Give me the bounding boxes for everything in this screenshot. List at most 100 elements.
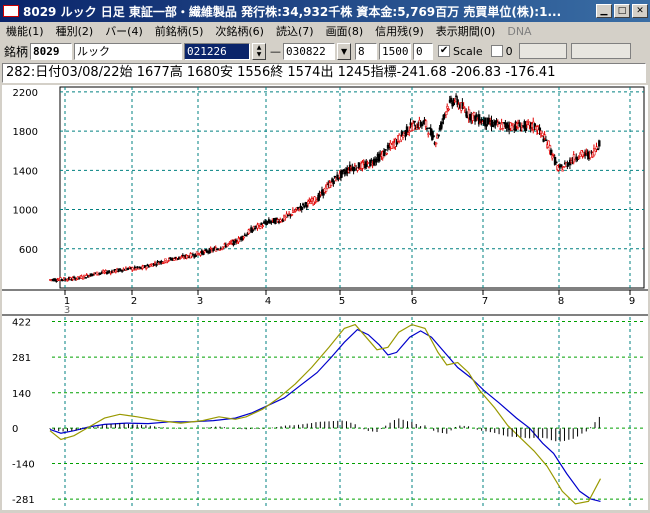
menu-dna: DNA [507,24,532,38]
scroll-right[interactable] [570,43,631,59]
start-date-input[interactable]: 021226 [184,42,251,60]
end-date-input[interactable]: 030822 [283,42,336,60]
close-button[interactable]: ✕ [632,4,648,18]
candle-body [81,277,85,280]
minimize-button[interactable]: ▁ [596,4,612,18]
candle-body [259,226,262,229]
period-input[interactable]: 8 [355,42,378,60]
scale-checkbox[interactable]: ✔ [438,45,451,57]
toolbar: 銘柄 8029 ルック 021226 ▲ ▼ — 030822 ▼ 8 1500 … [0,40,650,62]
candle-body [293,211,296,213]
candle-body [447,108,450,111]
maximize-button[interactable]: □ [614,4,630,18]
menu-display-period[interactable]: 表示期間(0) [430,23,502,39]
count-input[interactable]: 1500 [379,42,412,60]
x-tick-label-9: 9 [629,296,635,307]
candle-body [541,132,544,136]
candle-body [413,120,416,123]
x-tick-label-4: 4 [265,296,271,307]
candle-body [302,203,305,206]
candle-body [84,277,87,279]
macd-y-label-4: -140 [12,460,35,471]
menu-load[interactable]: 読込(7) [270,23,320,39]
menu-bar-style[interactable]: バー(4) [99,23,149,39]
macd-y-label-1: 281 [12,353,31,364]
candle-body [332,180,335,185]
candle-body [434,142,438,145]
candle-body [162,261,166,264]
candle-body [367,166,371,169]
candle-body [577,156,581,160]
macd-y-label-2: 140 [12,389,31,400]
candle-body [446,106,449,109]
end-date-dropdown[interactable]: ▼ [337,42,352,60]
stock-code-input[interactable]: 8029 [30,42,73,60]
candle-body [245,234,248,237]
scale-value: 0 [505,44,513,58]
x-tick-label-7: 7 [482,296,488,307]
macd-y-label-0: 422 [12,318,31,329]
candle-body [432,135,435,138]
start-date-spinner[interactable]: ▲ ▼ [252,42,267,60]
candle-body [222,245,225,248]
candle-body [304,202,308,205]
menu-margin[interactable]: 信用残(9) [369,23,430,39]
macd-y-label-5: -281 [12,495,35,506]
candle-body [475,114,478,118]
candle-body [242,236,246,239]
candle-body [437,134,440,137]
candle-body [424,120,428,127]
candle-body [427,133,430,135]
price-y-label-2: 1400 [13,166,38,177]
candle-body [352,166,356,172]
menu-screen[interactable]: 画面(8) [320,23,370,39]
date-range-dash: — [270,44,282,58]
candle-body [399,139,402,143]
candle-body [366,162,370,164]
window-title: 8029 ルック 日足 東証一部・繊維製品 発行株:34,932千株 資本金:5… [23,4,562,19]
candle-body [426,127,429,130]
candle-body [390,144,394,149]
candle-body [560,164,563,168]
candle-body [309,201,313,205]
price-y-label-1: 1800 [13,127,38,138]
scroll-left[interactable] [518,43,567,59]
menu-function[interactable]: 機能(1) [0,23,50,39]
candle-body [562,166,566,169]
candle-body [164,258,167,261]
stock-label: 銘柄 [4,44,29,59]
candle-body [385,152,388,155]
menu-bar: 機能(1) 種別(2) バー(4) 前銘柄(5) 次銘柄(6) 読込(7) 画面… [0,22,650,40]
info-bar: 282:日付03/08/22始 1677高 1680安 1556終 1574出 … [2,63,646,83]
candle-body [555,161,558,164]
candle-body [83,274,86,277]
candle-body [290,214,294,216]
x-tick-label-3: 3 [197,296,203,307]
candle-body [136,266,139,269]
candle-body [450,97,453,102]
candle-body [203,250,206,253]
candle-body [598,140,601,147]
menu-next-stock[interactable]: 次銘柄(6) [209,23,270,39]
menu-prev-stock[interactable]: 前銘柄(5) [149,23,210,39]
candle-body [544,139,548,142]
candle-body [498,122,501,124]
candle-body [538,127,542,131]
candle-body [402,135,405,138]
candle-body [357,162,361,169]
offset-input[interactable]: 0 [413,42,434,60]
candle-body [333,175,337,178]
macd-series-line-1 [49,323,602,505]
price-y-label-0: 2200 [13,88,38,99]
scale-value-checkbox[interactable] [490,45,503,57]
candle-body [518,122,521,127]
menu-type[interactable]: 種別(2) [50,23,100,39]
candle-body [180,256,184,259]
candle-body [329,182,333,186]
candle-body [499,128,502,130]
candle-body [596,148,600,151]
macd-panel-frame [60,317,644,509]
candle-body [384,149,387,151]
stock-name-field[interactable]: ルック [74,42,183,60]
chart-svg: 22001800140010006001 2 3 4 5 6 7 8 934222811400-… [2,86,648,509]
